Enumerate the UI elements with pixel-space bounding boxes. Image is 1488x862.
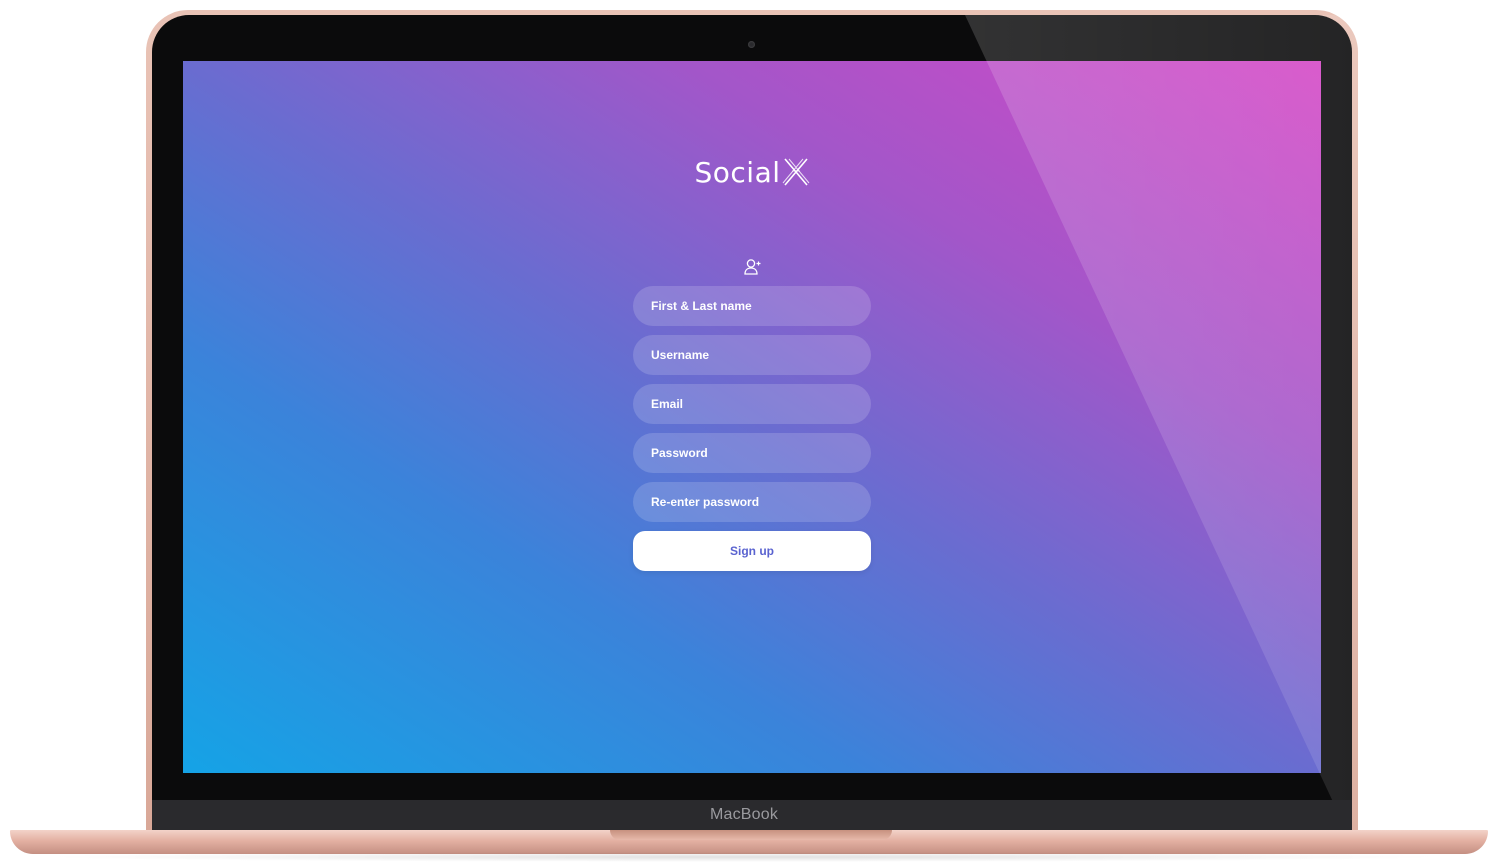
lid-opening-notch	[610, 830, 892, 840]
sign-up-button[interactable]: Sign up	[633, 531, 871, 571]
laptop-mockup: Social Sign up MacBook	[0, 0, 1488, 862]
password-input[interactable]	[633, 433, 871, 473]
app-screen: Social Sign up	[183, 61, 1321, 773]
camera-icon	[748, 41, 755, 48]
device-label: MacBook	[709, 806, 779, 823]
confirm-password-input[interactable]	[633, 482, 871, 522]
logo-text: Social	[694, 156, 781, 189]
signup-form: Sign up	[633, 286, 871, 571]
logo-x-icon	[782, 157, 810, 194]
full-name-input[interactable]	[633, 286, 871, 326]
username-input[interactable]	[633, 335, 871, 375]
base-shadow	[40, 852, 1448, 862]
user-plus-icon	[743, 257, 763, 277]
app-logo: Social	[183, 156, 1321, 194]
email-input[interactable]	[633, 384, 871, 424]
